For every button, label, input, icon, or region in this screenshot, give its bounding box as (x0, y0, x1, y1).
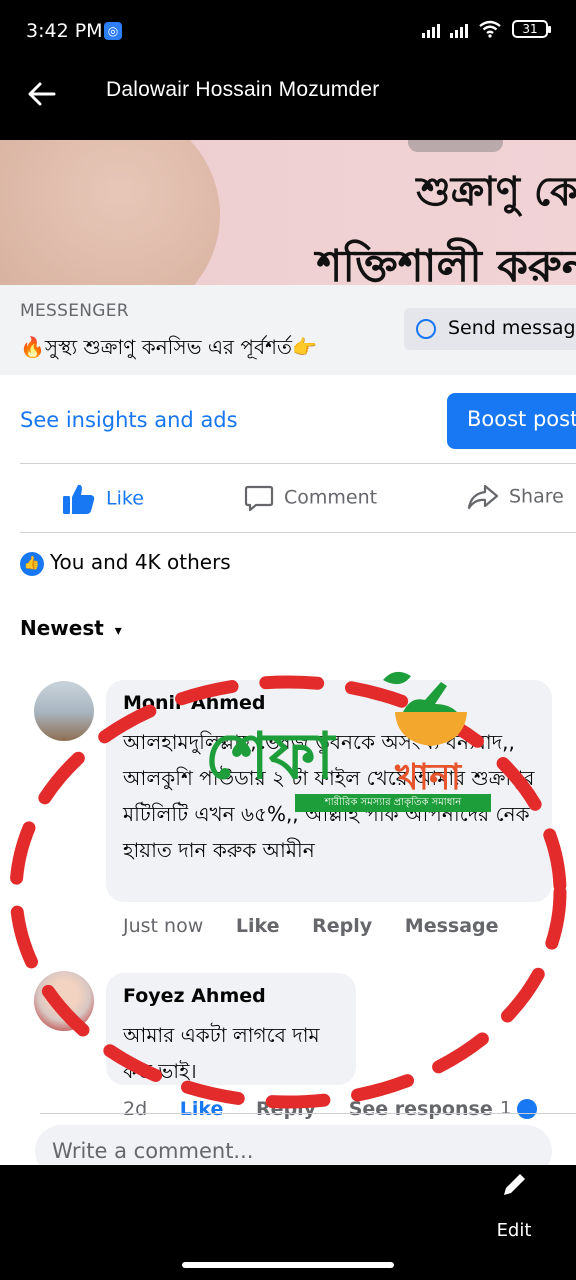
comment-reply-button[interactable]: Reply (312, 915, 372, 937)
post-actions: Like Comment Share (0, 465, 576, 535)
home-indicator[interactable] (182, 1262, 394, 1268)
comment-time: 2d (123, 1098, 148, 1120)
share-label: Share (509, 485, 564, 508)
status-indicators: 31 (422, 20, 551, 38)
status-time: 3:42 PM (26, 20, 103, 42)
comment-like-button[interactable]: Like (180, 1098, 224, 1120)
like-reaction-icon: 👍 (20, 551, 44, 576)
chevron-down-icon: ▾ (114, 623, 122, 639)
like-label: Like (106, 487, 144, 510)
reactions-text: You and 4K others (50, 550, 231, 574)
see-response-button[interactable]: See response (349, 1098, 493, 1120)
messenger-icon (416, 319, 436, 339)
comment-action[interactable]: Comment (244, 483, 377, 513)
avatar[interactable] (34, 971, 94, 1031)
comment-author[interactable]: Foyez Ahmed (123, 985, 266, 1007)
reaction-count: 1 (500, 1098, 512, 1119)
comment-reaction-count: 1 (500, 1098, 538, 1119)
signal-icon-2 (450, 20, 468, 38)
banner-shape (408, 140, 503, 152)
screen: 3:42 PM ◎ 31 Dalowair Hossain Mozumder শ… (0, 0, 576, 1280)
like-reaction-icon (517, 1099, 538, 1119)
divider (20, 463, 576, 464)
comment-icon (244, 485, 274, 512)
banner-line-1: শুক্রাণু কে (416, 169, 576, 215)
boost-post-button[interactable]: Boost post (447, 393, 576, 449)
comment-like-button[interactable]: Like (236, 915, 280, 937)
write-comment-input[interactable] (52, 1137, 532, 1165)
battery-icon: 31 (512, 20, 551, 38)
send-message-label: Send message (448, 317, 576, 339)
comment-time: Just now (123, 915, 204, 937)
messenger-headline: 🔥সুস্থ্য শুক্রাণু কনসিভ এর পূর্বশর্ত👉 (20, 335, 317, 359)
comment-sort-dropdown[interactable]: Newest ▾ (20, 616, 122, 640)
divider (40, 1113, 576, 1114)
reactions-summary[interactable]: 👍 You and 4K others (20, 550, 231, 576)
like-action[interactable]: Like (62, 483, 144, 515)
comment-label: Comment (284, 486, 378, 509)
logo-tagline: শারীরিক সমস্যার প্রাকৃতিক সমাধান (295, 794, 491, 812)
sort-label: Newest (20, 616, 104, 640)
edit-button[interactable]: Edit (492, 1170, 536, 1241)
comment-meta: Just now Like Reply Message (123, 915, 525, 937)
share-action[interactable]: Share (467, 483, 564, 511)
signal-icon (422, 20, 440, 38)
send-message-button[interactable]: Send message (404, 308, 576, 350)
messenger-label: MESSENGER (20, 301, 129, 321)
page-title: Dalowair Hossain Mozumder (106, 78, 380, 101)
divider (20, 532, 576, 533)
like-thumb-icon (63, 484, 95, 514)
post-image-banner[interactable]: শুক্রাণু কে শক্তিশালী করুন (0, 140, 576, 285)
back-arrow-icon[interactable] (24, 76, 60, 112)
edit-label: Edit (496, 1220, 532, 1241)
pencil-icon (504, 1174, 525, 1195)
comment-composer[interactable] (35, 1125, 552, 1165)
mortar-pestle-icon (383, 671, 467, 746)
comment-text: আমার একটা লাগবে দাম কত ভাই। (123, 1023, 320, 1083)
comment-reply-button[interactable]: Reply (256, 1098, 316, 1120)
app-notification-icon: ◎ (104, 22, 122, 40)
banner-photo (0, 140, 220, 285)
banner-caption: শুক্রাণু কে শক্তিশালী করুন (316, 160, 576, 285)
boost-post-label: Boost post (467, 407, 576, 431)
comment-meta: 2d Like Reply See response (123, 1098, 519, 1120)
post-content: শুক্রাণু কে শক্তিশালী করুন MESSENGER 🔥সু… (0, 140, 576, 1165)
avatar[interactable] (34, 681, 94, 741)
brand-logo: শেফা খানা শারীরিক সমস্যার প্রাকৃতিক সমাধ… (205, 660, 505, 820)
app-header: Dalowair Hossain Mozumder (0, 62, 576, 140)
banner-line-2: শক্তিশালী করুন (316, 241, 576, 285)
see-insights-link[interactable]: See insights and ads (20, 408, 238, 432)
wifi-icon (479, 20, 501, 38)
status-bar: 3:42 PM ◎ 31 (0, 0, 576, 62)
messenger-cta-row: MESSENGER 🔥সুস্থ্য শুক্রাণু কনসিভ এর পূর… (0, 285, 576, 375)
comment-bubble: Foyez Ahmed আমার একটা লাগবে দাম কত ভাই। (106, 973, 356, 1085)
share-icon (467, 484, 499, 510)
comment-message-button[interactable]: Message (405, 915, 499, 937)
